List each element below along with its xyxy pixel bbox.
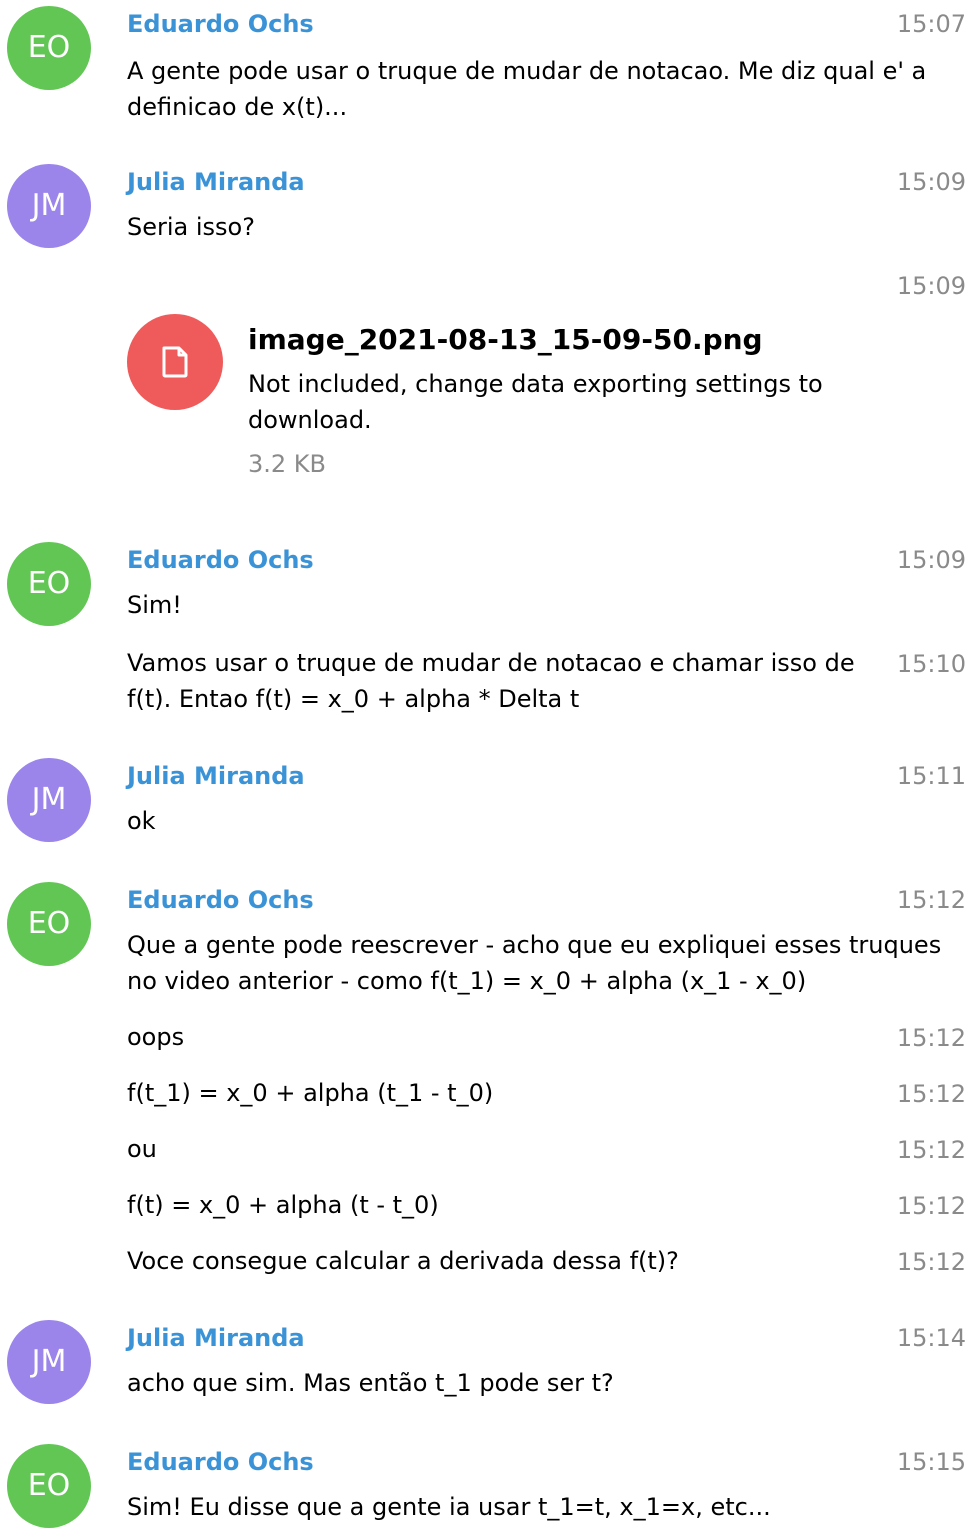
avatar: EO xyxy=(7,542,91,626)
sender-name[interactable]: Julia Miranda xyxy=(127,760,305,792)
avatar: EO xyxy=(7,6,91,90)
file-name[interactable]: image_2021-08-13_15-09-50.png xyxy=(248,322,763,358)
message-time: 15:12 xyxy=(896,886,966,914)
message-time: 15:10 xyxy=(896,650,966,678)
message-text: oops xyxy=(127,1023,185,1051)
sender-name[interactable]: Julia Miranda xyxy=(127,166,305,198)
sender-name[interactable]: Eduardo Ochs xyxy=(127,544,314,576)
message-text: ok xyxy=(127,807,156,835)
avatar: EO xyxy=(7,1444,91,1528)
message-text: Que a gente pode reescrever - acho que e… xyxy=(127,931,942,995)
message-text: ou xyxy=(127,1135,157,1163)
message-time: 15:14 xyxy=(896,1324,966,1352)
message-text: acho que sim. Mas então t_1 pode ser t? xyxy=(127,1369,614,1397)
document-icon xyxy=(162,346,188,378)
avatar: JM xyxy=(7,1320,91,1404)
message-text: Vamos usar o truque de mudar de notacao … xyxy=(127,649,855,713)
message-text: Voce consegue calcular a derivada dessa … xyxy=(127,1247,679,1275)
file-size: 3.2 KB xyxy=(248,450,326,478)
sender-name[interactable]: Julia Miranda xyxy=(127,1322,305,1354)
message-time: 15:07 xyxy=(896,10,966,38)
file-note: Not included, change data exporting sett… xyxy=(248,370,823,434)
message-time: 15:11 xyxy=(896,762,966,790)
message-text: f(t) = x_0 + alpha (t - t_0) xyxy=(127,1191,439,1219)
message-text: Sim! xyxy=(127,591,182,619)
message-time: 15:09 xyxy=(896,272,966,300)
message-time: 15:15 xyxy=(896,1448,966,1476)
message-text: Seria isso? xyxy=(127,213,255,241)
avatar: EO xyxy=(7,882,91,966)
message-time: 15:09 xyxy=(896,546,966,574)
message-text: f(t_1) = x_0 + alpha (t_1 - t_0) xyxy=(127,1079,494,1107)
message-text: A gente pode usar o truque de mudar de n… xyxy=(127,57,927,121)
sender-name[interactable]: Eduardo Ochs xyxy=(127,884,314,916)
sender-name[interactable]: Eduardo Ochs xyxy=(127,1446,314,1478)
message-time: 15:09 xyxy=(896,168,966,196)
sender-name[interactable]: Eduardo Ochs xyxy=(127,8,314,40)
file-attachment-icon[interactable] xyxy=(127,314,223,410)
avatar: JM xyxy=(7,758,91,842)
message-text: Sim! Eu disse que a gente ia usar t_1=t,… xyxy=(127,1493,771,1521)
avatar: JM xyxy=(7,164,91,248)
